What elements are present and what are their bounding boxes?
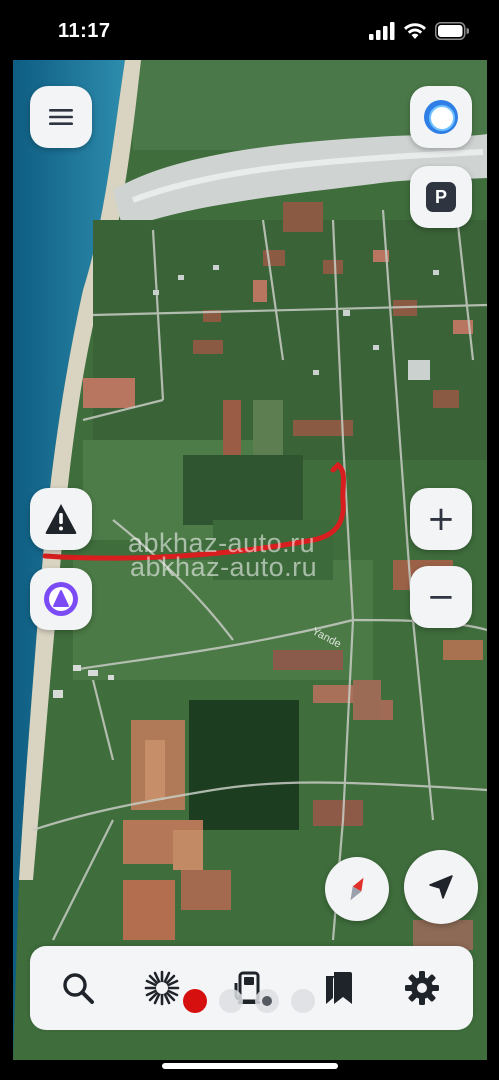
warning-icon — [45, 504, 77, 534]
settings-button[interactable] — [400, 966, 444, 1010]
zoom-out-button[interactable]: − — [410, 566, 472, 628]
page-dot[interactable] — [255, 989, 279, 1013]
my-location-button[interactable] — [404, 850, 478, 924]
settings-icon — [405, 971, 439, 1005]
battery-icon — [435, 22, 469, 40]
wifi-icon — [404, 23, 426, 39]
page-dot[interactable] — [291, 989, 315, 1013]
parking-button[interactable]: P — [410, 166, 472, 228]
alice-voice-button[interactable] — [30, 568, 92, 630]
watermark-shadow: abkhaz-auto.ru — [130, 552, 318, 582]
compass-button[interactable] — [325, 857, 389, 921]
page-dot[interactable] — [219, 989, 243, 1013]
zoom-in-label: + — [426, 499, 456, 539]
search-icon — [63, 973, 94, 1004]
search-button[interactable] — [56, 966, 100, 1010]
status-icons — [369, 22, 469, 40]
signal-icon — [369, 22, 395, 40]
zoom-in-button[interactable]: + — [410, 488, 472, 550]
status-time: 11:17 — [58, 20, 111, 42]
burst-icon — [144, 970, 180, 1006]
bottom-navigation — [30, 946, 473, 1030]
parking-label: P — [434, 186, 447, 207]
page-indicator — [183, 989, 315, 1013]
parking-icon: P — [426, 182, 456, 212]
page-dot-active[interactable] — [183, 989, 207, 1013]
menu-icon — [49, 109, 73, 125]
alice-icon — [44, 582, 78, 616]
bookmarks-button[interactable] — [315, 966, 359, 1010]
page-dot-center — [262, 996, 272, 1006]
home-indicator[interactable] — [162, 1063, 338, 1069]
zoom-out-label: − — [426, 577, 456, 617]
bookmarks-icon — [326, 972, 352, 1004]
status-bar: 11:17 — [0, 0, 499, 62]
alice-icon — [424, 100, 458, 134]
compass-icon — [350, 877, 364, 901]
alice-assistant-button[interactable] — [410, 86, 472, 148]
menu-button[interactable] — [30, 86, 92, 148]
explore-button[interactable] — [140, 966, 184, 1010]
report-incident-button[interactable] — [30, 488, 92, 550]
navigation-arrow-icon — [429, 875, 453, 899]
